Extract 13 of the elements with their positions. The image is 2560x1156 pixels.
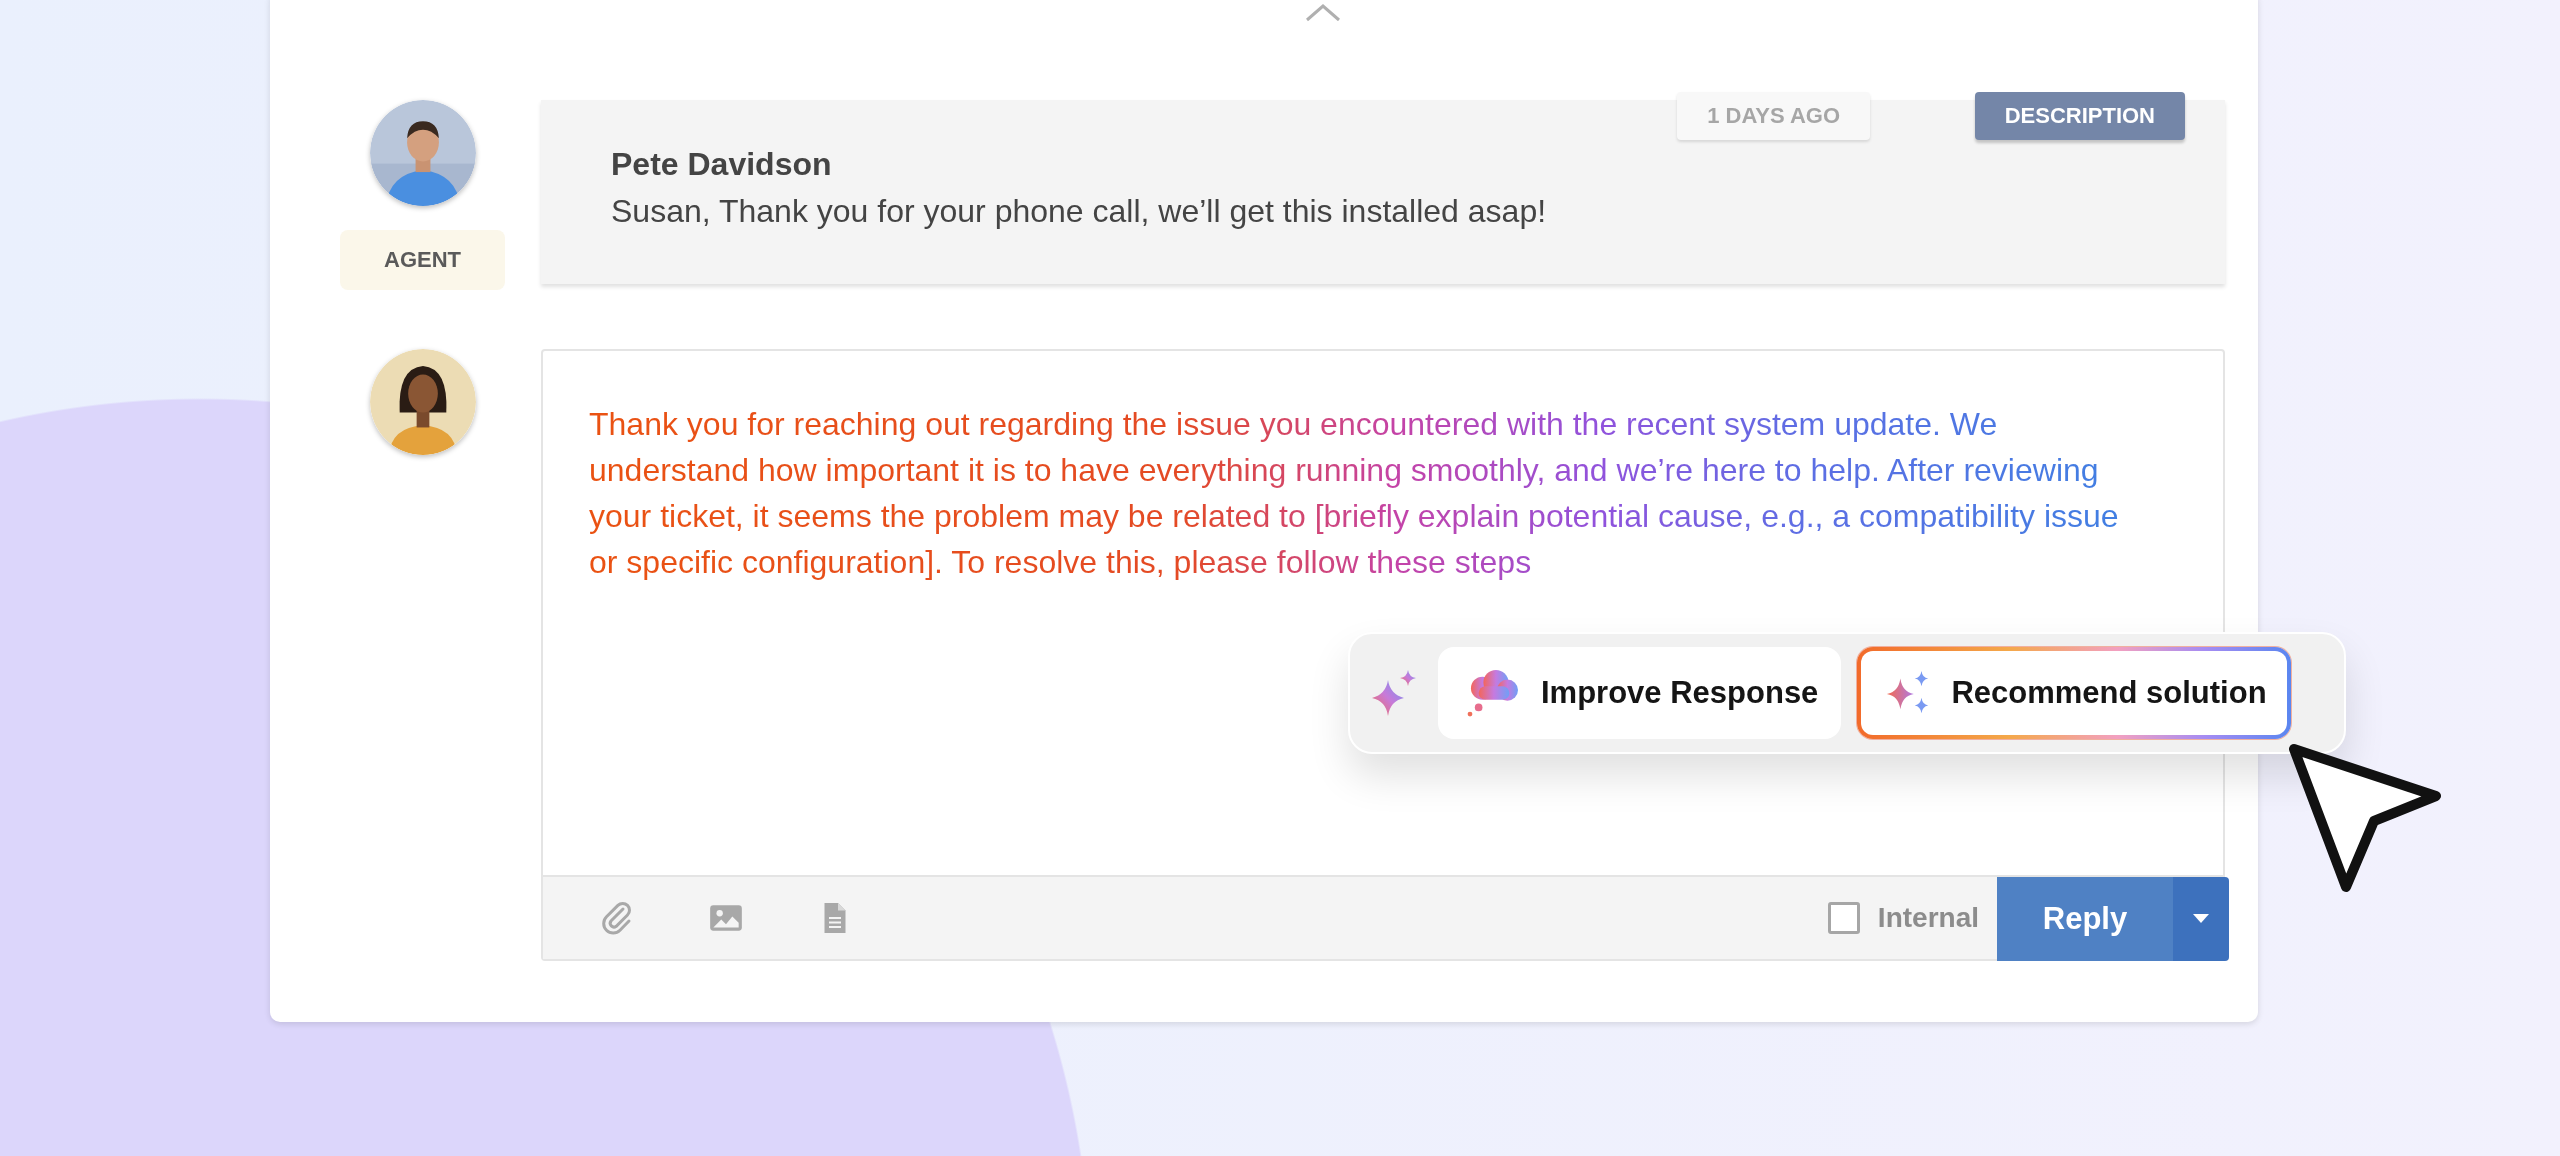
description-tag: DESCRIPTION (1974, 92, 2185, 140)
chevron-up-icon[interactable] (1304, 4, 1341, 22)
improve-response-button[interactable]: Improve Response (1438, 647, 1842, 739)
recommend-solution-button[interactable]: Recommend solution (1857, 647, 2291, 739)
internal-checkbox[interactable] (1827, 902, 1860, 934)
internal-label[interactable]: Internal (1877, 902, 1979, 934)
reply-button[interactable]: Reply (1997, 877, 2173, 961)
message-text: Susan, Thank you for your phone call, we’ll get this installed asap! (611, 193, 1548, 230)
caret-icon (2193, 914, 2209, 924)
reply-dropdown-button[interactable] (2173, 877, 2229, 961)
role-badge: AGENT (340, 230, 505, 290)
age-tag: 1 DAYS AGO (1677, 92, 1870, 140)
author-name: Pete Davidson (611, 146, 833, 183)
